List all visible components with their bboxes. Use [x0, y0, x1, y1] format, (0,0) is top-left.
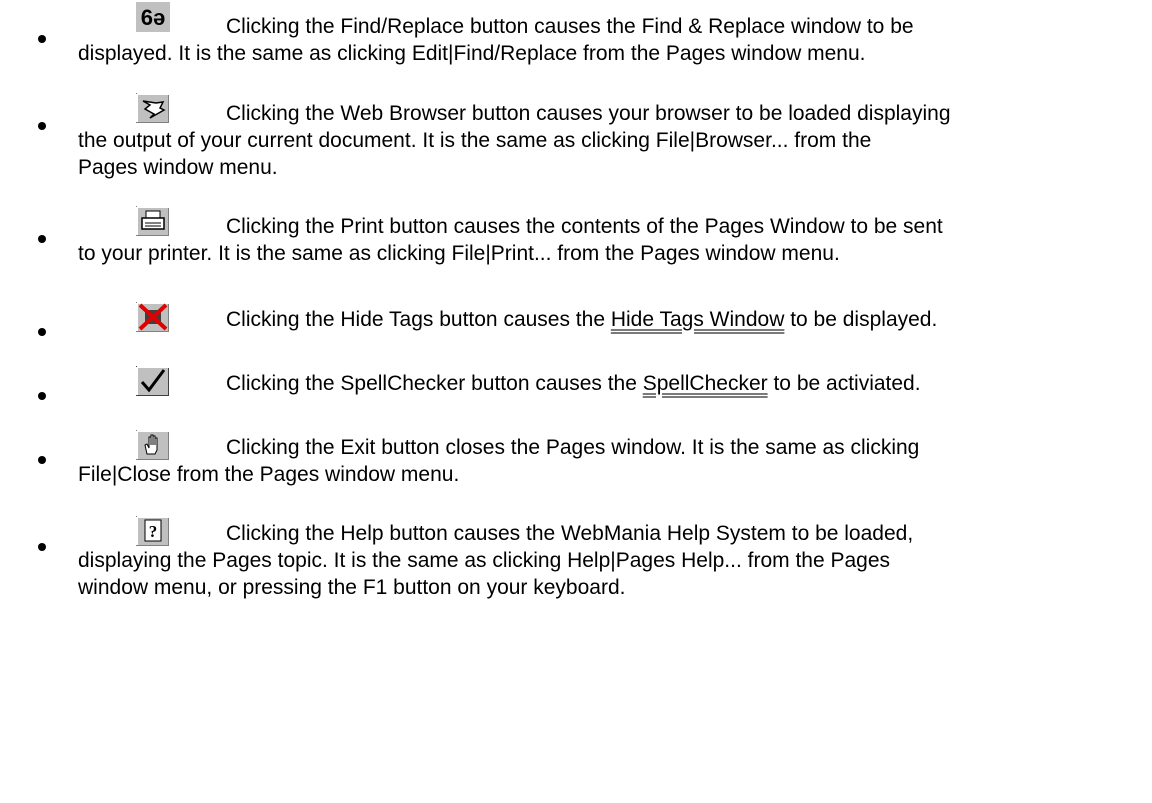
- help-question-icon[interactable]: ?: [136, 516, 170, 546]
- item-text-suffix: to be activiated.: [767, 372, 921, 395]
- hide-tags-window-link[interactable]: Hide Tags Window: [611, 308, 785, 331]
- item-text-line: to your printer. It is the same as click…: [78, 242, 840, 265]
- bullet: [38, 235, 46, 243]
- item-text-line: Clicking the Web Browser button causes y…: [226, 102, 951, 125]
- item-text-line: Clicking the Exit button closes the Page…: [226, 436, 920, 459]
- item-text-line: Clicking the Find/Replace button causes …: [226, 15, 914, 38]
- item-text-line: Clicking the Help button causes the WebM…: [226, 522, 914, 545]
- bullet: [38, 456, 46, 464]
- item-text-line: displaying the Pages topic. It is the sa…: [78, 549, 891, 572]
- printer-icon[interactable]: [136, 206, 170, 236]
- item-text-line: Clicking the Hide Tags button causes the…: [226, 308, 937, 332]
- item-text-prefix: Clicking the Hide Tags button causes the: [226, 308, 611, 331]
- bullet: [38, 543, 46, 551]
- web-browser-icon[interactable]: [136, 93, 170, 123]
- bullet: [38, 35, 46, 43]
- item-text-prefix: Clicking the SpellChecker button causes …: [226, 372, 643, 395]
- item-text-line: the output of your current document. It …: [78, 129, 872, 152]
- spellchecker-link[interactable]: SpellChecker: [643, 372, 768, 395]
- bullet: [38, 328, 46, 336]
- item-text-suffix: to be displayed.: [784, 308, 938, 331]
- bullet: [38, 392, 46, 400]
- item-text-line: File|Close from the Pages window menu.: [78, 463, 460, 486]
- item-text-line: Clicking the SpellChecker button causes …: [226, 372, 921, 396]
- item-text-line: window menu, or pressing the F1 button o…: [78, 576, 626, 599]
- item-text-line: Pages window menu.: [78, 156, 278, 179]
- item-text-line: displayed. It is the same as clicking Ed…: [78, 42, 866, 65]
- checkmark-icon[interactable]: [136, 366, 170, 396]
- svg-text:6ə: 6ə: [141, 5, 165, 30]
- item-text-line: Clicking the Print button causes the con…: [226, 215, 943, 238]
- hide-tags-icon[interactable]: [136, 302, 170, 332]
- hand-icon[interactable]: [136, 430, 170, 460]
- svg-text:?: ?: [149, 522, 158, 541]
- glasses-icon[interactable]: 6ə: [136, 2, 170, 32]
- bullet: [38, 122, 46, 130]
